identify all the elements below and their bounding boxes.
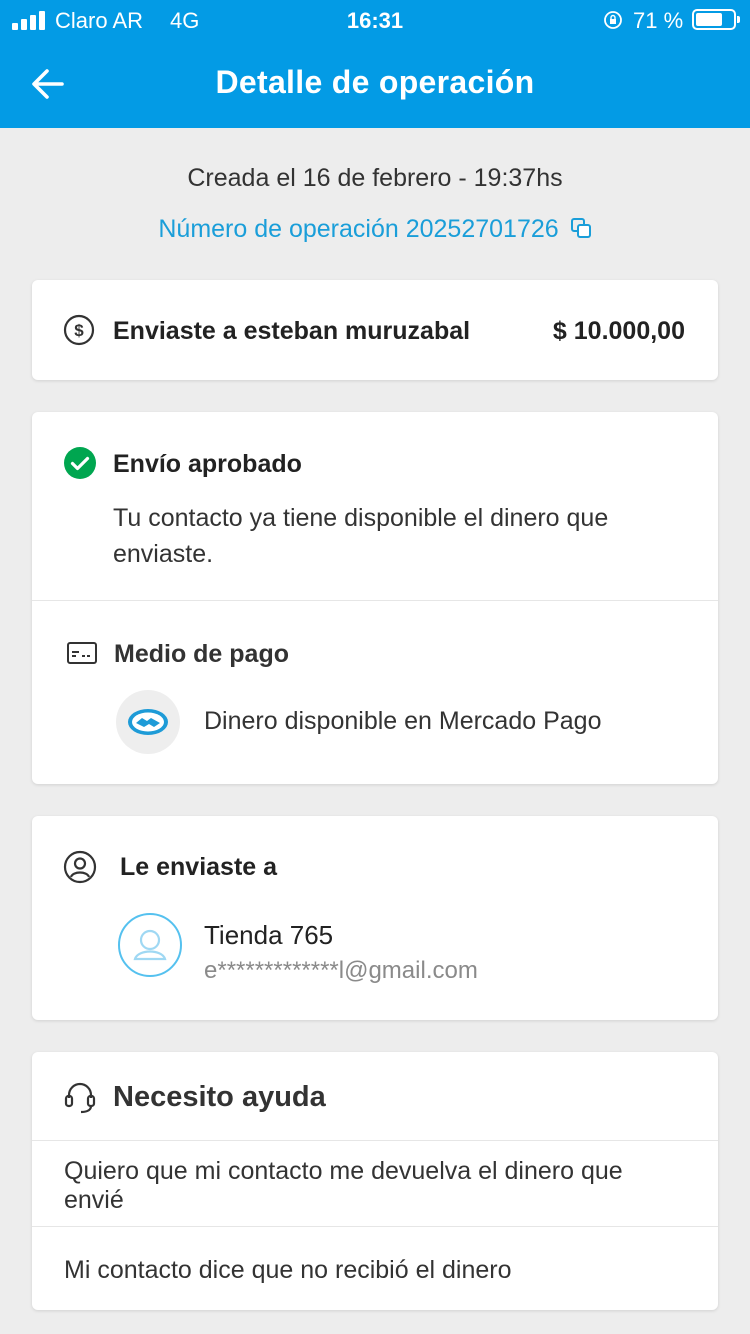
- copy-icon[interactable]: [570, 217, 592, 239]
- amount-card: $ Enviaste a esteban muruzabal $ 10.000,…: [32, 280, 718, 380]
- creation-date: Creada el 16 de febrero - 19:37hs: [187, 164, 563, 192]
- help-card: Necesito ayuda Quiero que mi contacto me…: [32, 1052, 718, 1310]
- credit-card-icon: [67, 642, 97, 664]
- dollar-icon: $: [63, 314, 95, 346]
- recipient-name: Tienda 765: [204, 920, 334, 950]
- help-option-not-received[interactable]: Mi contacto dice que no recibió el diner…: [32, 1256, 718, 1285]
- page-title: Detalle de operación: [215, 64, 535, 100]
- battery-percentage: 71 %: [633, 8, 684, 33]
- battery-icon: [692, 9, 740, 30]
- payment-method-name: Dinero disponible en Mercado Pago: [204, 707, 602, 735]
- recipient-title: Le enviaste a: [120, 853, 278, 881]
- rotation-lock-icon: [604, 11, 622, 29]
- payment-method-title: Medio de pago: [114, 640, 289, 668]
- headset-icon: [64, 1082, 96, 1114]
- divider: [32, 1140, 718, 1141]
- svg-text:$: $: [74, 321, 84, 340]
- mercado-pago-logo: [116, 690, 180, 754]
- divider: [32, 600, 718, 601]
- user-circle-icon: [63, 850, 97, 884]
- recipient-email: e*************l@gmail.com: [204, 957, 478, 984]
- divider: [32, 1226, 718, 1227]
- app-header: Claro AR 4G 16:31 71 % Detalle de operac…: [0, 0, 750, 128]
- battery-level: [696, 13, 722, 26]
- transfer-recipient-label: Enviaste a esteban muruzabal: [113, 317, 471, 345]
- check-circle-icon: [64, 447, 96, 479]
- recipient-card: Le enviaste a Tienda 765 e*************l…: [32, 816, 718, 1020]
- status-description: Tu contacto ya tiene disponible el diner…: [113, 504, 609, 568]
- operation-number-link[interactable]: Número de operación 20252701726: [0, 215, 750, 244]
- transfer-amount: $ 10.000,00: [552, 317, 685, 345]
- status-bar: Claro AR 4G 16:31 71 %: [0, 0, 750, 40]
- status-title: Envío aprobado: [113, 450, 302, 478]
- avatar: [118, 913, 182, 977]
- operation-number: Número de operación 20252701726: [158, 215, 559, 243]
- status-card: Envío aprobado Tu contacto ya tiene disp…: [32, 412, 718, 784]
- help-title: Necesito ayuda: [113, 1081, 326, 1113]
- help-option-refund[interactable]: Quiero que mi contacto me devuelva el di…: [32, 1157, 718, 1215]
